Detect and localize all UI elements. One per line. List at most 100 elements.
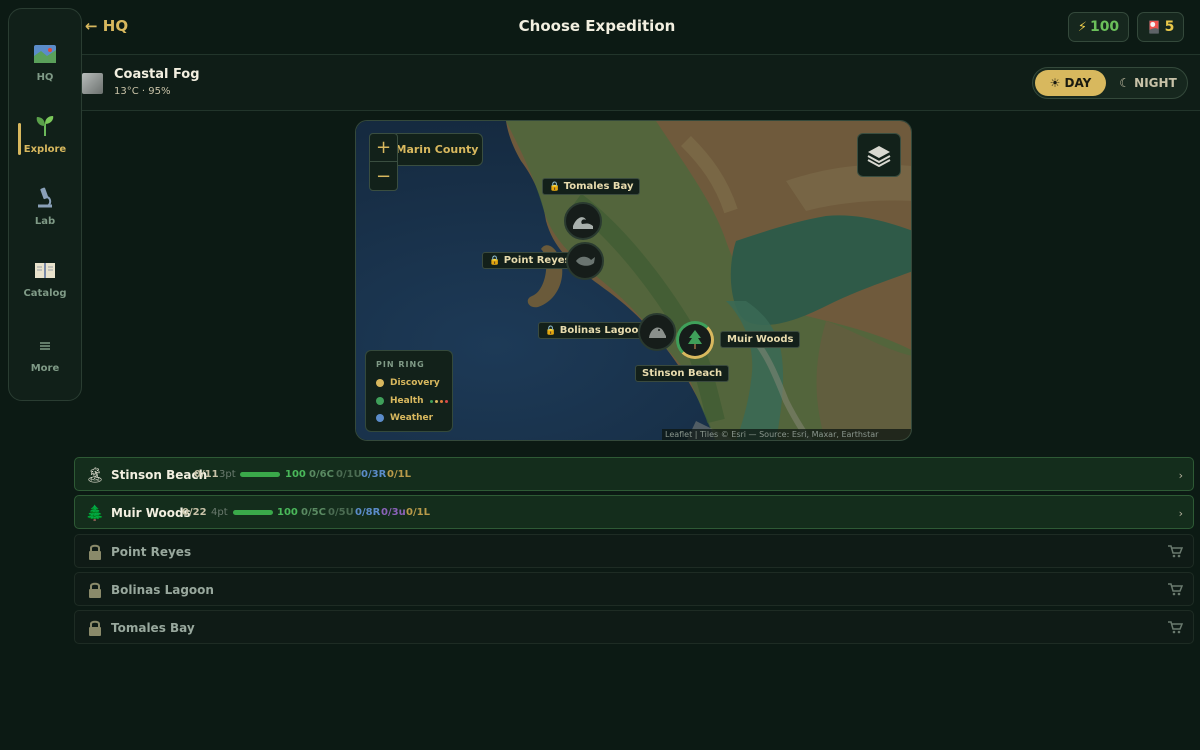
stat-legendary: 0/1L [406,507,430,518]
expedition-name: Point Reyes [111,545,192,559]
sidebar-item-more[interactable]: More [9,333,81,389]
expedition-name: Muir Woods [111,506,191,520]
map-attribution[interactable]: Leaflet | Tiles © Esri — Source: Esri, M… [662,429,911,440]
stat-legendary: 0/1L [387,469,411,480]
pin-label-muir-woods[interactable]: Muir Woods [720,331,801,348]
expedition-row-point-reyes[interactable]: Point Reyes [74,534,1194,568]
lock-icon: 🔒 [545,326,557,336]
pin-label-point-reyes[interactable]: 🔒 Point Reyes [482,252,578,269]
energy-badge[interactable]: ⚡ 100 [1068,12,1129,42]
day-button[interactable]: ☀ DAY [1035,70,1106,96]
pin-label-bolinas-lagoon[interactable]: 🔒 Bolinas Lagoon [538,322,653,339]
pin-point-reyes[interactable] [566,242,604,280]
sidebar-item-hq[interactable]: HQ [9,42,81,98]
sidebar-item-lab[interactable]: Lab [9,186,81,242]
expedition-row-tomales-bay[interactable]: Tomales Bay [74,610,1194,644]
pin-label-text: Bolinas Lagoon [559,325,646,336]
fog-icon [82,73,103,94]
lock-icon [85,542,105,562]
book-icon [32,258,58,282]
seal-icon [649,327,666,338]
legend-dot [376,397,384,405]
expedition-points: 4pt [211,507,228,518]
stat-common: 0/5C [301,507,326,518]
expedition-row-muir-woods[interactable]: 🌲 Muir Woods 0/22 4pt 100 0/5C 0/5U 0/8R… [74,495,1194,529]
legend-item-health: Health [376,396,448,406]
zoom-in-button[interactable]: + [370,134,397,162]
legend-item-discovery: Discovery [376,378,440,388]
cards-count: 5 [1164,19,1175,35]
health-value: 100 [285,469,306,480]
header: ← HQ Choose Expedition ⚡ 100 🎴 5 [82,0,1200,55]
cards-badge[interactable]: 🎴 5 [1137,12,1184,42]
health-value: 100 [277,507,298,518]
pin-bolinas-lagoon[interactable] [638,313,676,351]
expedition-name: Tomales Bay [111,621,195,635]
sidebar-item-label: HQ [36,72,54,83]
sidebar-item-label: Lab [34,216,56,227]
weather-subtitle: 13°C · 95% [114,86,171,97]
stat-rare: 0/8R [355,507,381,518]
pin-label-text: Tomales Bay [563,181,634,192]
expedition-row-stinson-beach[interactable]: 🏝 Stinson Beach 0/11 3pt 100 0/6C 0/1U 0… [74,457,1194,491]
pin-label-tomales-bay[interactable]: 🔒 Tomales Bay [542,178,641,195]
expedition-points: 3pt [219,469,236,480]
sidebar: HQ Explore Lab Catalog More [8,8,82,401]
expedition-name: Bolinas Lagoon [111,583,214,597]
map-icon [32,42,58,66]
stat-uncommon: 0/5U [328,507,354,518]
chevron-right-icon: › [1178,469,1183,482]
menu-icon [32,333,58,357]
sidebar-item-label: Catalog [23,288,67,299]
tree-icon: 🌲 [85,504,105,522]
pin-muir-woods[interactable] [676,321,714,359]
page-title: Choose Expedition [518,17,676,35]
stat-uncommon: 0/1U [336,469,362,480]
legend-dot [376,414,384,422]
cart-icon [1168,545,1183,558]
health-bar [240,472,280,477]
weather-title: Coastal Fog [114,67,200,82]
sidebar-item-label: Explore [23,144,67,155]
legend-title: PIN RING [376,360,425,369]
sidebar-item-catalog[interactable]: Catalog [9,258,81,314]
cards-icon: 🎴 [1146,20,1162,34]
legend-dot [376,379,384,387]
wave-icon [573,217,593,229]
layers-icon [867,146,891,167]
pin-ring-legend: PIN RING Discovery Health Weather [365,350,453,432]
lock-icon [85,618,105,638]
legend-item-weather: Weather [376,413,433,423]
beach-icon: 🏝 [85,466,105,484]
whale-icon [576,256,595,266]
expedition-name: Stinson Beach [111,468,208,482]
pin-label-text: Point Reyes [503,255,571,266]
chevron-right-icon: › [1178,507,1183,520]
lock-icon [85,580,105,600]
expedition-progress: 0/22 [182,507,207,518]
cart-icon [1168,621,1183,634]
expedition-row-bolinas-lagoon[interactable]: Bolinas Lagoon [74,572,1194,606]
health-scale-icon [429,399,448,403]
layers-button[interactable] [857,133,901,177]
sidebar-item-label: More [30,363,60,374]
legend-label: Discovery [390,378,440,388]
expedition-map[interactable]: + − Marin County 🔒 Tomales Bay 🔒 Point R… [355,120,912,441]
night-button[interactable]: ☾ NIGHT [1111,70,1185,96]
pin-label-stinson-beach[interactable]: Stinson Beach [635,365,730,382]
region-selector[interactable]: Marin County [391,133,483,166]
lock-icon: 🔒 [489,256,501,266]
lock-icon: 🔒 [549,182,561,192]
tree-icon [688,330,702,349]
day-night-toggle: ☀ DAY ☾ NIGHT [1032,67,1188,99]
stat-common: 0/6C [309,469,334,480]
sidebar-item-explore[interactable]: Explore [9,114,81,170]
lightning-icon: ⚡ [1077,19,1087,35]
zoom-out-button[interactable]: − [370,162,397,190]
weather-bar: Coastal Fog 13°C · 95% ☀ DAY ☾ NIGHT [82,55,1200,111]
energy-count: 100 [1089,19,1120,35]
zoom-control: + − [369,133,398,191]
legend-label: Weather [390,413,434,423]
pin-tomales-bay[interactable] [564,202,602,240]
stat-unique: 0/3u [381,507,406,518]
